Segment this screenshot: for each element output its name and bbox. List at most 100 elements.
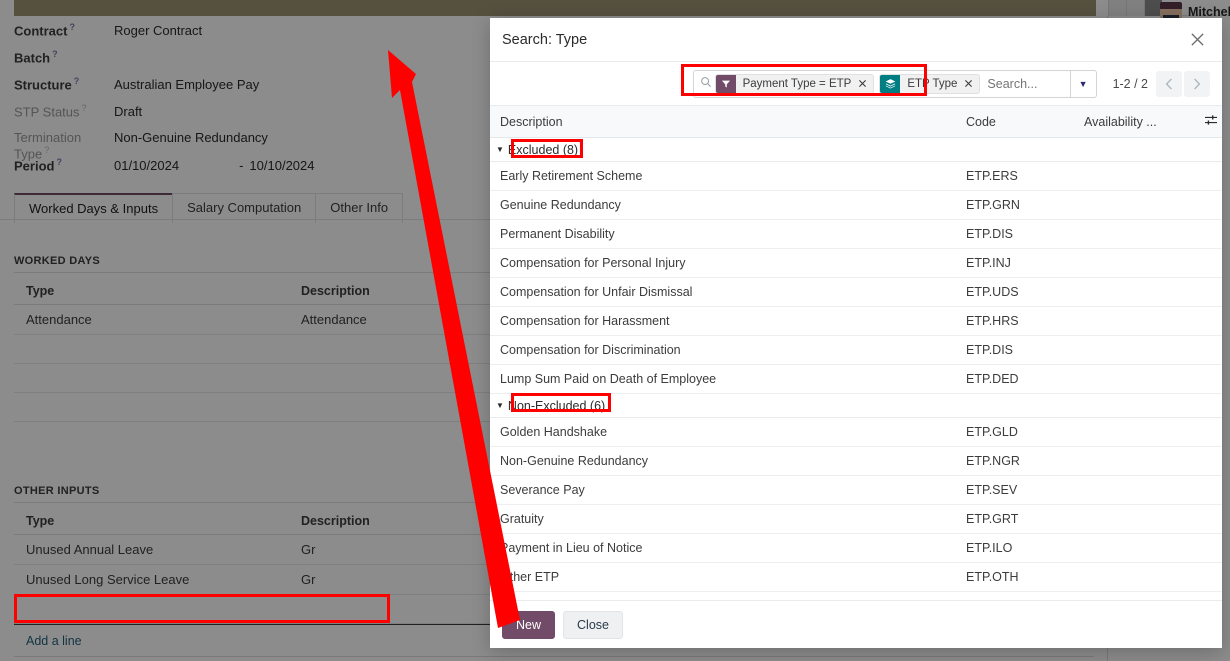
pager-next-button[interactable] [1184,71,1210,97]
list-item[interactable]: Lump Sum Paid on Death of Employee ETP.D… [490,365,1222,394]
group-label-excluded: Excluded (8) [508,143,578,157]
search-input[interactable] [985,76,1069,92]
cell-availability[interactable] [1074,505,1194,534]
pager: 1-2 / 2 [1113,71,1210,97]
cell-description[interactable]: Golden Handshake [490,418,956,447]
cell-code[interactable]: ETP.DIS [956,220,1074,249]
cell-code[interactable]: ETP.DED [956,365,1074,394]
list-item[interactable]: Compensation for Personal Injury ETP.INJ [490,249,1222,278]
col-header-availability[interactable]: Availability ... [1074,106,1194,138]
cell-description[interactable]: Compensation for Unfair Dismissal [490,278,956,307]
search-icon [700,76,712,91]
cell-code[interactable]: ETP.INJ [956,249,1074,278]
layers-icon [880,74,900,94]
cell-availability[interactable] [1074,365,1194,394]
chevron-down-icon[interactable]: ▼ [1070,71,1096,97]
list-item[interactable]: Genuine Redundancy ETP.GRN [490,191,1222,220]
cell-description[interactable]: Payment in Lieu of Notice [490,534,956,563]
cell-availability[interactable] [1074,534,1194,563]
cell-opts [1194,278,1222,307]
cell-opts [1194,365,1222,394]
pager-prev-button[interactable] [1156,71,1182,97]
list-item[interactable]: Severance Pay ETP.SEV [490,476,1222,505]
cell-description[interactable]: Permanent Disability [490,220,956,249]
cell-code[interactable]: ETP.SEV [956,476,1074,505]
result-header-row: Description Code Availability ... [490,106,1222,138]
facet-etp-type-label: ETP Type [900,78,964,90]
result-table: Description Code Availability ... [490,106,1222,592]
facet-etp-type-remove-icon[interactable] [964,77,979,91]
close-icon[interactable] [1186,29,1208,51]
filter-icon [716,74,736,94]
cell-opts [1194,162,1222,191]
dialog-title: Search: Type [502,32,1186,48]
cell-availability[interactable] [1074,418,1194,447]
dialog-footer: New Close [490,600,1222,648]
list-item[interactable]: Permanent Disability ETP.DIS [490,220,1222,249]
group-header-excluded[interactable]: ▼ Excluded (8) [490,138,1222,162]
list-item[interactable]: Compensation for Unfair Dismissal ETP.UD… [490,278,1222,307]
search-type-dialog: Search: Type [490,18,1222,648]
cell-description[interactable]: Non-Genuine Redundancy [490,447,956,476]
screenshot-root: Contract? Roger Contract Batch? Structur… [0,0,1230,661]
group-header-non-excluded[interactable]: ▼ Non-Excluded (6) [490,394,1222,418]
cell-availability[interactable] [1074,563,1194,592]
cell-availability[interactable] [1074,220,1194,249]
cell-description[interactable]: Gratuity [490,505,956,534]
cell-code[interactable]: ETP.OTH [956,563,1074,592]
cell-code[interactable]: ETP.HRS [956,307,1074,336]
facet-etp-type[interactable]: ETP Type [879,74,980,94]
sliders-icon[interactable] [1204,114,1218,129]
cell-availability[interactable] [1074,447,1194,476]
cell-availability[interactable] [1074,191,1194,220]
group-header-cell[interactable]: ▼ Non-Excluded (6) [490,394,1222,418]
cell-opts [1194,336,1222,365]
cell-code[interactable]: ETP.GLD [956,418,1074,447]
facet-payment-type[interactable]: Payment Type = ETP [715,74,875,94]
cell-code[interactable]: ETP.UDS [956,278,1074,307]
cell-code[interactable]: ETP.GRN [956,191,1074,220]
cell-opts [1194,307,1222,336]
dialog-search-bar: Payment Type = ETP [490,62,1222,106]
caret-down-icon[interactable]: ▼ [496,145,504,154]
close-button[interactable]: Close [563,611,623,639]
caret-down-icon[interactable]: ▼ [496,401,504,410]
cell-code[interactable]: ETP.ILO [956,534,1074,563]
list-item[interactable]: Compensation for Discrimination ETP.DIS [490,336,1222,365]
cell-opts [1194,534,1222,563]
cell-description[interactable]: Compensation for Discrimination [490,336,956,365]
dialog-header: Search: Type [490,18,1222,62]
cell-opts [1194,220,1222,249]
cell-code[interactable]: ETP.DIS [956,336,1074,365]
cell-description[interactable]: Early Retirement Scheme [490,162,956,191]
cell-description[interactable]: Compensation for Harassment [490,307,956,336]
list-item[interactable]: Early Retirement Scheme ETP.ERS [490,162,1222,191]
cell-availability[interactable] [1074,476,1194,505]
cell-availability[interactable] [1074,249,1194,278]
list-item[interactable]: Non-Genuine Redundancy ETP.NGR [490,447,1222,476]
list-item[interactable]: Golden Handshake ETP.GLD [490,418,1222,447]
list-item[interactable]: Payment in Lieu of Notice ETP.ILO [490,534,1222,563]
cell-availability[interactable] [1074,278,1194,307]
cell-description[interactable]: Genuine Redundancy [490,191,956,220]
cell-code[interactable]: ETP.ERS [956,162,1074,191]
new-button[interactable]: New [502,611,555,639]
facet-payment-type-remove-icon[interactable] [858,77,873,91]
cell-opts [1194,476,1222,505]
cell-description[interactable]: Compensation for Personal Injury [490,249,956,278]
list-item[interactable]: Gratuity ETP.GRT [490,505,1222,534]
cell-code[interactable]: ETP.GRT [956,505,1074,534]
col-header-code[interactable]: Code [956,106,1074,138]
cell-availability[interactable] [1074,307,1194,336]
list-item[interactable]: Other ETP ETP.OTH [490,563,1222,592]
group-header-cell[interactable]: ▼ Excluded (8) [490,138,1222,162]
list-item[interactable]: Compensation for Harassment ETP.HRS [490,307,1222,336]
cell-code[interactable]: ETP.NGR [956,447,1074,476]
col-header-description[interactable]: Description [490,106,956,138]
cell-description[interactable]: Severance Pay [490,476,956,505]
cell-opts [1194,505,1222,534]
cell-availability[interactable] [1074,336,1194,365]
cell-availability[interactable] [1074,162,1194,191]
cell-description[interactable]: Lump Sum Paid on Death of Employee [490,365,956,394]
cell-description[interactable]: Other ETP [490,563,956,592]
